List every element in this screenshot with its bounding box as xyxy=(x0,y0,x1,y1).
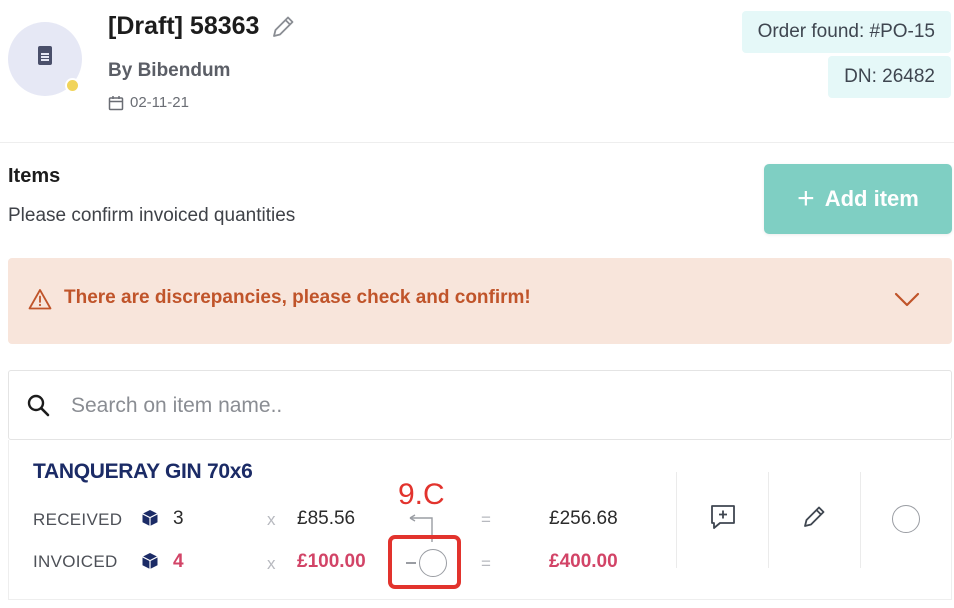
invoiced-price: £100.00 xyxy=(297,551,366,572)
item-search xyxy=(8,370,952,440)
date-line: 02-11-21 xyxy=(108,94,189,111)
plus-icon: + xyxy=(797,182,815,215)
confirm-radio[interactable] xyxy=(892,505,920,533)
invoiced-total: £400.00 xyxy=(549,551,618,572)
dn-badge: DN: 26482 xyxy=(828,56,951,98)
action-divider xyxy=(860,472,861,568)
add-item-button[interactable]: + Add item xyxy=(764,164,952,234)
chevron-down-icon[interactable] xyxy=(894,292,920,308)
document-avatar xyxy=(8,22,82,96)
page-title: [Draft] 58363 xyxy=(108,12,260,40)
received-total: £256.68 xyxy=(549,508,618,529)
received-equals: = xyxy=(481,510,491,529)
document-icon xyxy=(38,46,52,65)
search-icon xyxy=(27,394,50,417)
items-heading: Items xyxy=(8,165,61,187)
action-divider xyxy=(768,472,769,568)
received-multiply: x xyxy=(267,510,276,529)
edit-icon[interactable] xyxy=(800,503,828,531)
document-header: [Draft] 58363 By Bibendum 02-11-21 Order… xyxy=(0,0,954,143)
document-date: 02-11-21 xyxy=(130,94,189,111)
discrepancy-alert[interactable]: There are discrepancies, please check an… xyxy=(8,258,952,344)
order-found-badge[interactable]: Order found: #PO-15 xyxy=(741,11,951,53)
add-item-label: Add item xyxy=(824,186,919,211)
status-dot xyxy=(65,78,80,93)
items-subtitle: Please confirm invoiced quantities xyxy=(8,205,296,226)
supplier-byline: By Bibendum xyxy=(108,60,231,81)
box-icon xyxy=(142,553,158,569)
title-row: [Draft] 58363 xyxy=(108,12,297,41)
invoiced-label: INVOICED xyxy=(33,552,118,571)
received-qty: 3 xyxy=(173,508,184,529)
annotation-highlight-box xyxy=(388,535,461,589)
pencil-icon[interactable] xyxy=(269,13,297,41)
received-label: RECEIVED xyxy=(33,510,123,529)
invoiced-equals: = xyxy=(481,554,491,573)
comment-plus-icon[interactable] xyxy=(709,503,737,531)
item-name: TANQUERAY GIN 70x6 xyxy=(33,460,253,483)
invoiced-qty: 4 xyxy=(173,551,184,572)
calendar-icon xyxy=(108,95,124,110)
received-price: £85.56 xyxy=(297,508,356,529)
line-item-card: TANQUERAY GIN 70x6 RECEIVED 3 x £85.56 =… xyxy=(8,440,952,600)
action-divider xyxy=(676,472,677,568)
annotation-label: 9.C xyxy=(398,478,445,511)
warning-icon xyxy=(28,289,52,310)
alert-message: There are discrepancies, please check an… xyxy=(64,287,531,308)
invoiced-multiply: x xyxy=(267,554,276,573)
box-icon xyxy=(142,510,158,526)
search-input[interactable] xyxy=(71,385,931,427)
